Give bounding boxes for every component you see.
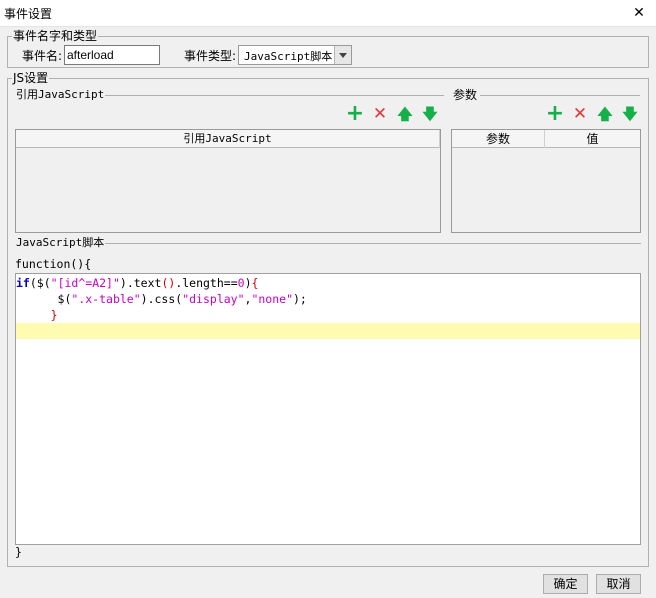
current-line <box>16 323 640 339</box>
name-type-legend: 事件名字和类型 <box>12 29 99 43</box>
function-footer: } <box>15 545 22 559</box>
script-legend: JavaScript脚本 <box>15 236 106 250</box>
ok-button[interactable]: 确定 <box>543 574 588 594</box>
ref-js-divider <box>104 95 444 96</box>
ref-js-table[interactable]: 引用JavaScript <box>15 129 441 233</box>
event-name-input[interactable] <box>64 45 160 65</box>
js-settings-legend: JS设置 <box>12 71 50 85</box>
delete-ref-icon[interactable]: ✕ <box>370 104 390 124</box>
event-type-label: 事件类型: <box>184 49 237 63</box>
ref-js-legend: 引用JavaScript <box>15 88 106 102</box>
event-type-select[interactable]: JavaScript脚本 <box>238 45 352 65</box>
script-divider <box>103 243 641 244</box>
param-table[interactable]: 参数 值 <box>451 129 641 233</box>
chevron-down-icon[interactable] <box>334 46 351 64</box>
event-type-value: JavaScript脚本 <box>244 50 333 63</box>
add-param-icon[interactable]: + <box>545 103 565 125</box>
value-column-header[interactable]: 值 <box>545 130 640 148</box>
move-up-param-icon[interactable]: 🡅 <box>595 104 615 124</box>
cancel-button[interactable]: 取消 <box>596 574 641 594</box>
event-name-label: 事件名: <box>22 49 63 63</box>
move-down-param-icon[interactable]: 🡇 <box>620 104 640 124</box>
param-divider <box>480 95 640 96</box>
code-line: $(".x-table").css("display","none"); <box>57 292 307 306</box>
param-column-header[interactable]: 参数 <box>452 130 545 148</box>
script-editor[interactable]: if($("[id^=A2]").text().length==0){ $(".… <box>15 273 641 545</box>
move-down-ref-icon[interactable]: 🡇 <box>420 104 440 124</box>
close-icon[interactable]: ✕ <box>622 0 656 26</box>
move-up-ref-icon[interactable]: 🡅 <box>395 104 415 124</box>
title-bar: 事件设置 ✕ <box>0 0 656 27</box>
code-line: } <box>50 308 58 322</box>
code-line: if($("[id^=A2]").text().length==0){ <box>16 276 259 290</box>
ref-js-table-header: 引用JavaScript <box>16 130 440 148</box>
window-title: 事件设置 <box>4 7 53 21</box>
param-legend: 参数 <box>452 88 479 102</box>
param-table-header: 参数 值 <box>452 130 640 148</box>
ref-js-column-header[interactable]: 引用JavaScript <box>16 130 440 148</box>
function-header: function(){ <box>15 257 92 271</box>
delete-param-icon[interactable]: ✕ <box>570 104 590 124</box>
add-ref-icon[interactable]: + <box>345 103 365 125</box>
